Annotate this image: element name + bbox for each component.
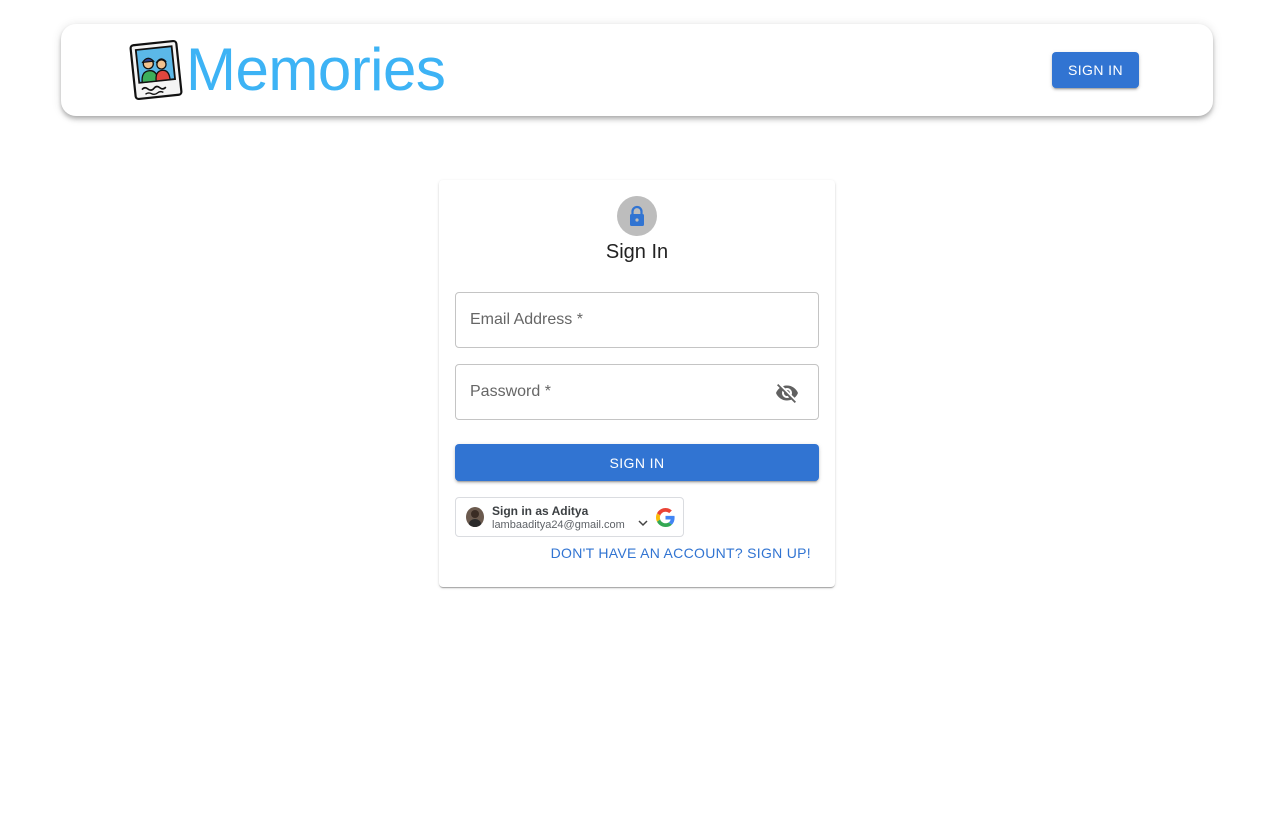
app-bar: Memories SIGN IN [61, 24, 1213, 116]
lock-icon [630, 205, 644, 226]
email-input[interactable] [456, 293, 818, 347]
lock-avatar [617, 196, 657, 236]
switch-to-sign-up-link[interactable]: DON'T HAVE AN ACCOUNT? SIGN UP! [551, 545, 811, 561]
chevron-down-icon [638, 520, 648, 527]
sign-in-heading: Sign In [605, 241, 669, 263]
photo-memories-icon [129, 39, 183, 101]
toggle-password-visibility-button[interactable] [774, 380, 800, 406]
google-account-email: lambaaditya24@gmail.com [492, 519, 625, 531]
google-account-avatar [466, 507, 484, 527]
brand[interactable]: Memories [127, 36, 446, 103]
submit-sign-in-button[interactable]: SIGN IN [455, 444, 819, 481]
brand-title: Memories [186, 36, 446, 103]
auth-card: Sign In SIGN IN Sign in as Aditya lambaa… [439, 180, 835, 587]
google-g-icon [656, 508, 675, 527]
google-sign-in-button[interactable]: Sign in as Aditya lambaaditya24@gmail.co… [455, 497, 684, 537]
google-account-name: Sign in as Aditya [492, 504, 589, 518]
password-input[interactable] [456, 365, 818, 419]
password-field-wrapper [455, 364, 819, 420]
visibility-off-icon [776, 384, 798, 403]
header-sign-in-button[interactable]: SIGN IN [1052, 52, 1139, 88]
email-field-wrapper [455, 292, 819, 348]
